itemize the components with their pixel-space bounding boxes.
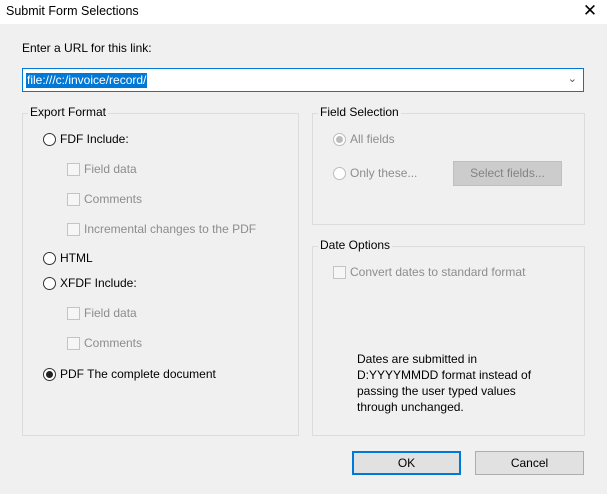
html-label: HTML (60, 251, 93, 265)
xfdf-field-data-label: Field data (84, 306, 137, 320)
window-title: Submit Form Selections (6, 4, 139, 18)
xfdf-field-data-checkbox[interactable] (67, 307, 80, 320)
convert-dates-checkbox[interactable] (333, 266, 346, 279)
fdf-comments-checkbox[interactable] (67, 193, 80, 206)
date-note-line: D:YYYYMMDD format instead of (357, 368, 532, 382)
date-note-line: Dates are submitted in (357, 352, 478, 366)
fdf-label: FDF Include: (60, 132, 129, 146)
only-these-label: Only these... (350, 166, 418, 180)
all-fields-label: All fields (350, 132, 395, 146)
date-note-line: passing the user typed values (357, 384, 516, 398)
close-icon[interactable]: ✕ (578, 1, 602, 21)
pdf-label: PDF The complete document (60, 367, 216, 381)
radio-only-these[interactable] (333, 167, 346, 180)
fdf-incremental-label: Incremental changes to the PDF (84, 222, 257, 236)
ok-button[interactable]: OK (352, 451, 461, 475)
date-options-legend: Date Options (318, 238, 393, 252)
convert-dates-label: Convert dates to standard format (350, 265, 526, 279)
chevron-down-icon[interactable]: ⌄ (568, 72, 577, 85)
xfdf-comments-checkbox[interactable] (67, 337, 80, 350)
select-fields-button[interactable]: Select fields... (453, 161, 562, 186)
fdf-field-data-label: Field data (84, 162, 137, 176)
url-value[interactable]: file:///c:/invoice/record/ (26, 73, 148, 88)
radio-xfdf[interactable] (43, 277, 56, 290)
radio-fdf[interactable] (43, 133, 56, 146)
xfdf-comments-label: Comments (84, 336, 143, 350)
cancel-button[interactable]: Cancel (475, 451, 584, 475)
radio-all-fields[interactable] (333, 133, 346, 146)
field-selection-legend: Field Selection (318, 105, 401, 119)
fdf-comments-label: Comments (84, 192, 143, 206)
export-format-group (22, 113, 299, 436)
fdf-field-data-checkbox[interactable] (67, 163, 80, 176)
fdf-incremental-checkbox[interactable] (67, 223, 80, 236)
radio-html[interactable] (43, 252, 56, 265)
date-note: Dates are submitted in D:YYYYMMDD format… (357, 351, 531, 415)
radio-pdf[interactable] (43, 368, 56, 381)
export-format-legend: Export Format (28, 105, 109, 119)
date-note-line: through unchanged. (357, 400, 464, 414)
url-label: Enter a URL for this link: (22, 41, 152, 55)
xfdf-label: XFDF Include: (60, 276, 137, 290)
url-combobox[interactable]: file:///c:/invoice/record/ ⌄ (22, 68, 584, 92)
